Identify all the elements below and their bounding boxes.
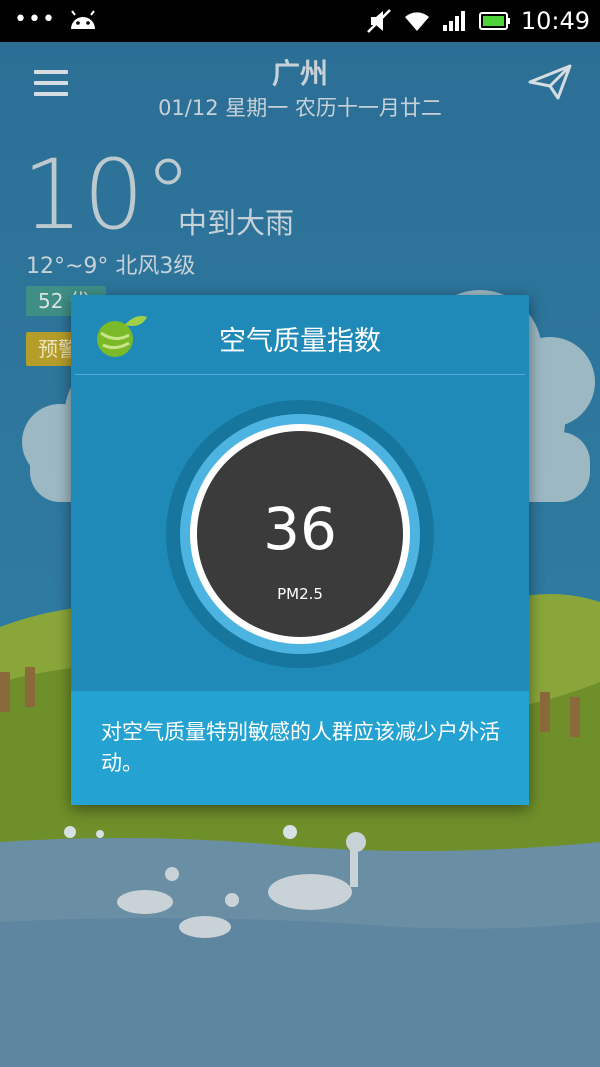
dialog-advice-panel: 对空气质量特别敏感的人群应该减少户外活动。: [71, 691, 529, 805]
city-name: 广州: [271, 57, 328, 90]
health-advice: 对空气质量特别敏感的人群应该减少户外活动。: [101, 720, 500, 775]
clock: 10:49: [520, 7, 590, 35]
share-icon[interactable]: [528, 64, 572, 100]
status-right: 10:49: [365, 6, 590, 36]
more-notifications-icon: •••: [14, 7, 56, 32]
android-icon: [70, 10, 95, 29]
air-quality-dialog: 空气质量指数 36 PM2.5 对空气质量特别敏感的人群应该减少户外活动。: [71, 295, 529, 805]
wifi-icon: [404, 12, 429, 31]
aqi-unit: PM2.5: [277, 585, 323, 603]
status-bar: ••• 10:49: [0, 0, 600, 42]
battery-icon: [478, 12, 510, 30]
aqi-value: 36: [263, 495, 337, 563]
date-text: 01/12 星期一 农历十一月廿二: [158, 96, 442, 120]
dialog-divider: [75, 374, 525, 375]
current-temperature: 10°: [22, 139, 193, 251]
dialog-header: 空气质量指数: [71, 295, 529, 375]
temperature-range-wind: 12°~9° 北风3级: [26, 254, 196, 279]
status-left: •••: [14, 8, 98, 32]
mute-icon: [366, 9, 391, 33]
signal-icon: [442, 11, 465, 31]
weather-condition: 中到大雨: [178, 206, 295, 240]
dialog-title: 空气质量指数: [219, 326, 381, 357]
